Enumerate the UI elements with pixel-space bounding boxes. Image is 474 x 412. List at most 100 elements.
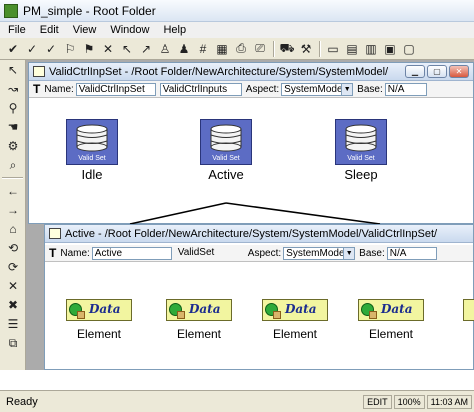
set-node-idle[interactable]: Valid Set Idle [57, 119, 127, 182]
person-icon[interactable]: ♟ [175, 40, 193, 58]
window-icon[interactable]: ▤ [343, 40, 361, 58]
name-field[interactable]: ValidCtrlInpSet [75, 82, 156, 96]
set-icon-label: Valid Set [347, 155, 375, 162]
aspect-value: SystemModelAsp [284, 83, 342, 95]
set-node-sleep[interactable]: Valid Set Sleep [326, 119, 396, 182]
italic-check-icon[interactable]: ✓ [23, 40, 41, 58]
stamp-icon[interactable]: ⚐ [61, 40, 79, 58]
zoom-icon[interactable]: ⚲ [2, 99, 24, 117]
toolbar: ✔ ✓ ✓ ⚐ ⚑ ✕ ↖ ↗ ♙ ♟ # ▦ ⎙ ⎚ ⛟ ⚒ ▭ ▤ ▥ ▣ … [0, 38, 474, 60]
minimize-button[interactable]: ▁ [405, 65, 425, 78]
hand-icon[interactable]: ☚ [2, 118, 24, 136]
model-window-active: Active - /Root Folder/NewArchitecture/Sy… [44, 224, 474, 370]
set-node-active[interactable]: Valid Set Active [191, 119, 261, 182]
arrow-icon[interactable]: ↖ [2, 61, 24, 79]
check-icon[interactable]: ✔ [4, 40, 22, 58]
window-icon[interactable]: ▢ [400, 40, 418, 58]
window-icon[interactable]: ▭ [324, 40, 342, 58]
element-name: Element [368, 327, 414, 341]
kind-field: ValidCtrlInputs [159, 82, 242, 96]
window-icon[interactable]: ⧉ [2, 334, 24, 352]
redo-icon[interactable]: ⟳ [2, 258, 24, 276]
stamp-icon[interactable]: ⚑ [80, 40, 98, 58]
printer-icon[interactable]: ⎚ [251, 40, 269, 58]
aspect-select[interactable]: SystemModelAsp ▼ [281, 82, 354, 96]
database-icon [210, 124, 242, 152]
element-icon-text: Data [285, 302, 317, 316]
kind-field: ValidSet [177, 246, 215, 258]
title-bar: PM_simple - Root Folder [0, 0, 474, 22]
menu-help[interactable]: Help [163, 24, 186, 36]
grid-icon[interactable]: ▦ [213, 40, 231, 58]
status-edit: EDIT [363, 394, 392, 409]
element-name: Element [272, 327, 318, 341]
window-title-bar[interactable]: Active - /Root Folder/NewArchitecture/Sy… [45, 225, 473, 243]
hash-icon[interactable]: # [194, 40, 212, 58]
menu-file[interactable]: File [8, 24, 26, 36]
status-bar: Ready EDIT 100% 11:03 AM [0, 390, 474, 412]
set-icon: Valid Set [200, 119, 252, 165]
element-icon-text: Data [381, 302, 413, 316]
aspect-label: Aspect: [245, 83, 280, 95]
element-node[interactable]: Data Element [163, 299, 235, 341]
base-label: Base: [359, 247, 385, 259]
check-icon[interactable]: ✓ [42, 40, 60, 58]
close-icon[interactable]: ✖ [2, 296, 24, 314]
properties-bar: T Name: ValidCtrlInpSet ValidCtrlInputs … [29, 81, 473, 98]
set-icon: Valid Set [335, 119, 387, 165]
type-icon: T [33, 82, 41, 96]
pointer-icon[interactable]: ↖ [118, 40, 136, 58]
list-icon[interactable]: ☰ [2, 315, 24, 333]
window-controls: ▁ ▢ ✕ [403, 65, 469, 78]
chevron-down-icon: ▼ [343, 247, 355, 259]
node-name: Sleep [344, 167, 378, 182]
chevron-down-icon: ▼ [341, 83, 353, 95]
aspect-value: SystemModelAs [286, 247, 343, 259]
connect-icon[interactable]: ↝ [2, 80, 24, 98]
box-icon [369, 311, 377, 319]
element-node[interactable]: Data Element [355, 299, 427, 341]
car-icon[interactable]: ⛟ [278, 40, 296, 58]
maximize-button[interactable]: ▢ [427, 65, 447, 78]
element-node[interactable]: Data Element [63, 299, 135, 341]
set-icon-label: Valid Set [212, 155, 240, 162]
element-name: Element [176, 327, 222, 341]
data-element-icon: Data [166, 299, 232, 321]
window-title: ValidCtrlInpSet - /Root Folder/NewArchit… [49, 65, 389, 78]
window-title: Active - /Root Folder/NewArchitecture/Sy… [65, 227, 438, 240]
refresh-icon[interactable]: ⟲ [2, 239, 24, 257]
menu-window[interactable]: Window [110, 24, 149, 36]
person-icon[interactable]: ♙ [156, 40, 174, 58]
menu-edit[interactable]: Edit [40, 24, 59, 36]
model-window-validctrlinpset: ValidCtrlInpSet - /Root Folder/NewArchit… [28, 62, 474, 224]
close-icon[interactable]: ✕ [99, 40, 117, 58]
close-button[interactable]: ✕ [449, 65, 469, 78]
box-icon [273, 311, 281, 319]
set-icon[interactable]: ⚙ [2, 137, 24, 155]
box-icon [77, 311, 85, 319]
home-icon[interactable]: ⌂ [2, 220, 24, 238]
element-node[interactable]: Data Element [259, 299, 331, 341]
window-icon[interactable]: ▣ [381, 40, 399, 58]
model-icon [33, 66, 45, 77]
database-icon [76, 124, 108, 152]
printer-icon[interactable]: ⎙ [232, 40, 250, 58]
window-icon[interactable]: ▥ [362, 40, 380, 58]
palette-separator [2, 177, 23, 179]
aspect-select[interactable]: SystemModelAs ▼ [283, 246, 356, 260]
set-icon: Valid Set [66, 119, 118, 165]
forward-icon[interactable]: → [2, 201, 24, 219]
element-node-partial[interactable] [463, 299, 474, 321]
back-icon[interactable]: ← [2, 182, 24, 200]
base-field: N/A [384, 82, 427, 96]
close-icon[interactable]: ✕ [2, 277, 24, 295]
base-field: N/A [386, 246, 437, 260]
tools-icon[interactable]: ⚒ [297, 40, 315, 58]
find-icon[interactable]: ⌕ [2, 156, 24, 174]
name-field[interactable]: Active [91, 246, 172, 260]
toolbar-separator [273, 40, 275, 57]
element-icon-text: Data [189, 302, 221, 316]
status-zoom: 100% [393, 394, 425, 409]
menu-view[interactable]: View [73, 24, 97, 36]
pointer-icon[interactable]: ↗ [137, 40, 155, 58]
